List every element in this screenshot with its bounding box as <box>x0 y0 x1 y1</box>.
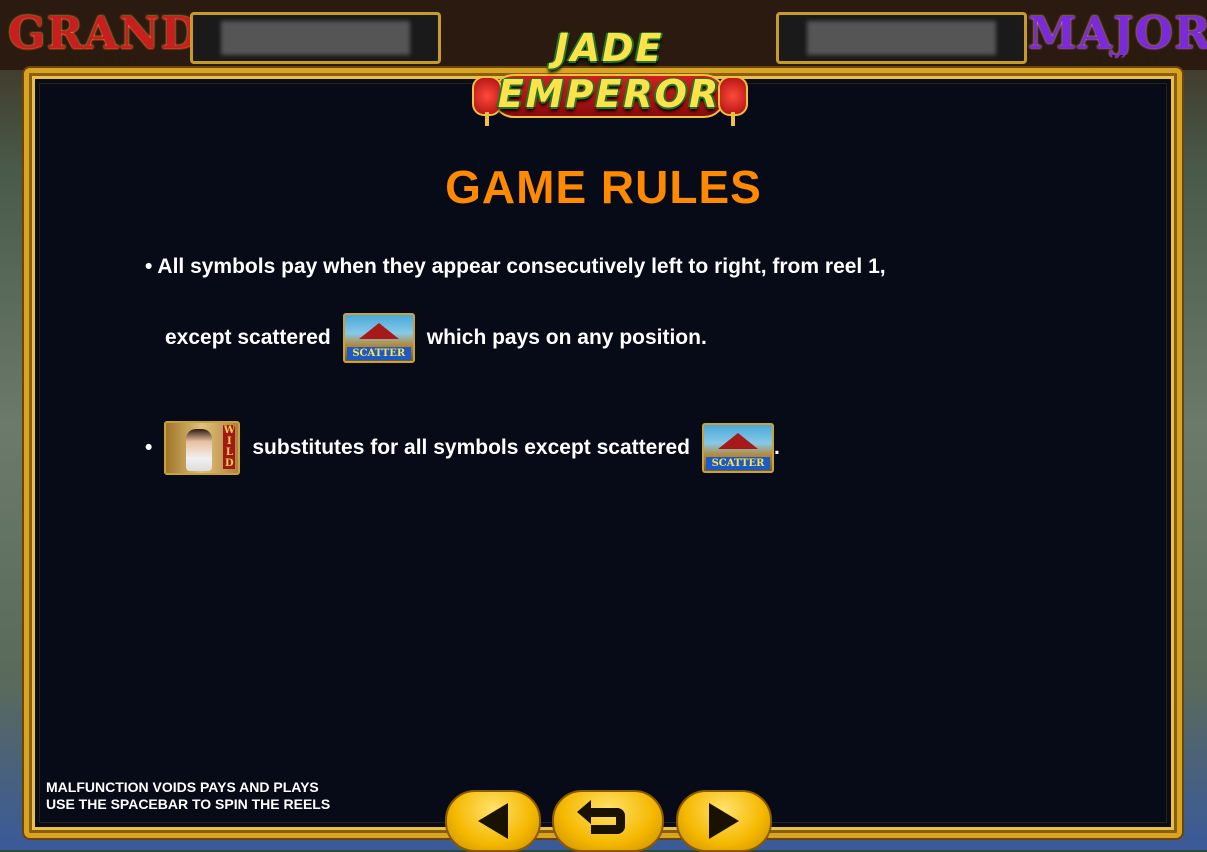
rule-2-bullet: • <box>145 436 153 459</box>
scatter-label: SCATTER <box>706 457 771 470</box>
notice-line-2: USE THE SPACEBAR TO SPIN THE REELS <box>46 796 331 812</box>
grand-jackpot-label: GRAND <box>8 8 200 59</box>
notice-line-1: MALFUNCTION VOIDS PAYS AND PLAYS <box>46 779 319 795</box>
rule-2-end: . <box>774 436 780 459</box>
rule-1-prefix: except scattered <box>165 326 331 349</box>
rule-1-line-1: • All symbols pay when they appear conse… <box>145 255 886 278</box>
scatter-symbol-icon: SCATTER <box>702 423 775 473</box>
rule-2-text: substitutes for all symbols except scatt… <box>252 436 691 459</box>
rule-1-suffix: which pays on any position. <box>426 326 707 349</box>
malfunction-notice: MALFUNCTION VOIDS PAYS AND PLAYS USE THE… <box>46 779 330 813</box>
wild-label: W I L D <box>223 425 236 469</box>
page-title: GAME RULES <box>445 161 762 213</box>
arrow-left-icon <box>478 803 508 839</box>
next-page-button[interactable] <box>676 790 772 852</box>
major-jackpot-value-box <box>776 12 1027 64</box>
arrow-right-icon <box>709 803 739 839</box>
game-logo: JADE EMPEROR <box>454 12 764 130</box>
return-to-game-button[interactable] <box>552 790 664 852</box>
previous-page-button[interactable] <box>445 790 541 852</box>
return-arrow-icon <box>577 800 625 834</box>
grand-jackpot-value-box <box>190 12 441 64</box>
logo-text-line1: JADE <box>554 26 664 70</box>
rule-2: • W I L D substitutes for all symbols ex… <box>145 421 780 475</box>
major-jackpot-label: MAJOR <box>1028 8 1207 59</box>
scatter-symbol-icon: SCATTER <box>342 313 415 363</box>
rule-1-line-2: except scattered SCATTER which pays on a… <box>165 312 707 364</box>
wild-symbol-icon: W I L D <box>164 421 241 475</box>
logo-text-line2: EMPEROR <box>497 72 721 116</box>
scatter-label: SCATTER <box>346 347 411 360</box>
